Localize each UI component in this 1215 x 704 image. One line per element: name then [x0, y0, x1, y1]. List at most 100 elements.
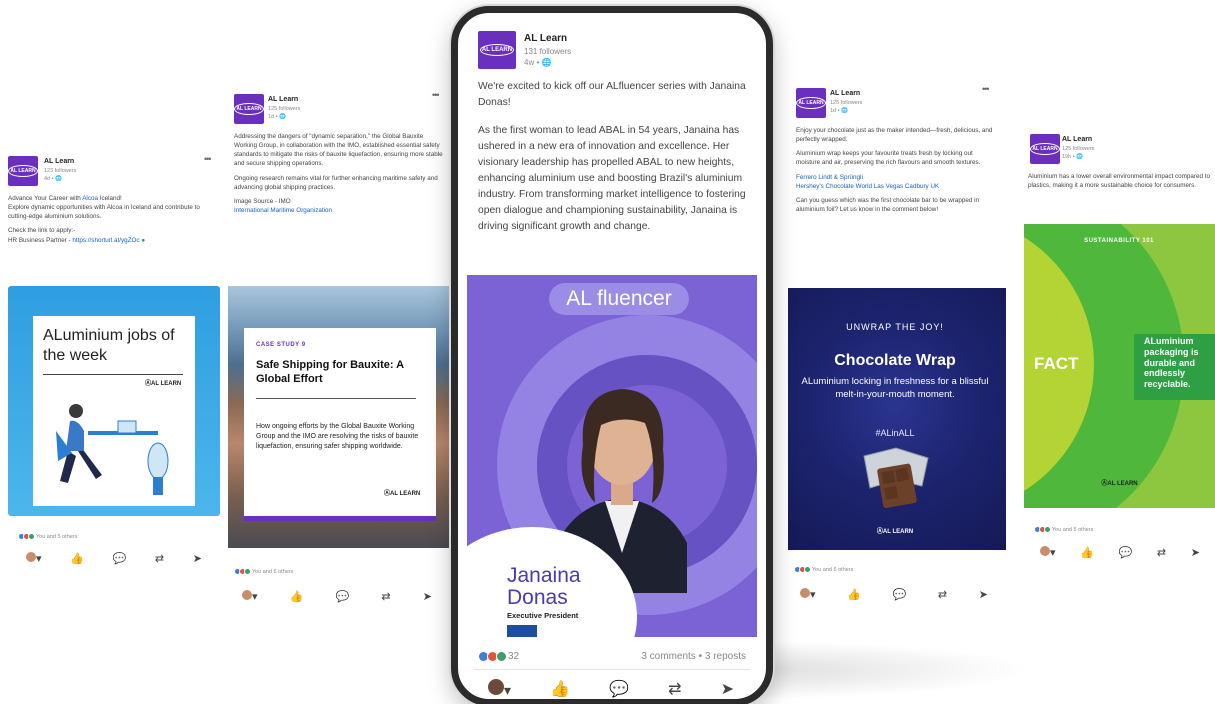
sustainability-image[interactable]: SUSTAINABILITY 101 FACT ALuminium packag… — [1024, 224, 1215, 508]
post-actions: ▾ 👍 💬 ⇄ ➤ — [800, 588, 988, 601]
like-icon[interactable]: 👍 — [1080, 546, 1094, 559]
jobs-image[interactable]: ALuminium jobs of the week ⒶAL LEARN — [8, 286, 220, 516]
more-icon[interactable]: ••• — [432, 90, 440, 100]
send-icon[interactable]: ➤ — [721, 679, 734, 699]
post-text: Enjoy your chocolate just as the maker i… — [796, 127, 993, 213]
company-logo[interactable]: AL LEARN — [1030, 134, 1060, 164]
post-time: 1d • 🌐 — [830, 108, 848, 114]
case-study-label: CASE STUDY 9 — [256, 342, 306, 348]
imo-link[interactable]: International Maritime Organization — [234, 207, 332, 214]
alfluencer-banner: AL fluencer — [549, 283, 689, 315]
brand-tags-line1[interactable]: Ferrero Lindt & Sprüngli — [796, 174, 863, 181]
comment-icon[interactable]: 💬 — [609, 679, 629, 699]
repost-icon[interactable]: ⇄ — [668, 679, 681, 699]
post-text: We're excited to kick off our ALfluencer… — [478, 81, 746, 232]
fact-label: FACT — [1034, 354, 1079, 373]
phone-screen: AL LEARN AL Learn 131 followers 4w • 🌐 W… — [458, 13, 766, 699]
jobs-card-title: ALuminium jobs of the week — [43, 327, 175, 364]
al-learn-logo: ⒶAL LEARN — [384, 491, 421, 497]
company-name[interactable]: AL Learn — [1062, 136, 1092, 143]
phone-frame: AL LEARN AL Learn 131 followers 4w • 🌐 W… — [451, 6, 773, 704]
case-study-title: Safe Shipping for Bauxite: A Global Effo… — [256, 359, 404, 386]
bauxite-image[interactable]: CASE STUDY 9 Safe Shipping for Bauxite: … — [228, 286, 450, 548]
company-name[interactable]: AL Learn — [830, 90, 860, 97]
apply-link[interactable]: https://shorturl.at/ygZOc — [72, 237, 139, 244]
post-card-bauxite: AL LEARN AL Learn 125 followers 1d • 🌐 •… — [228, 88, 450, 616]
company-logo[interactable]: AL LEARN — [8, 156, 38, 186]
follower-count: 125 followers — [1062, 146, 1095, 152]
al-learn-logo: ⒶAL LEARN — [876, 529, 914, 535]
chocolate-body: ALuminium locking in freshness for a bli… — [801, 376, 989, 400]
repost-icon[interactable]: ⇄ — [938, 588, 947, 601]
chocolate-kicker: UNWRAP THE JOY! — [846, 322, 944, 332]
reaction-summary[interactable]: You and 6 others — [234, 568, 293, 575]
company-name[interactable]: AL Learn — [44, 158, 74, 165]
post-time: 19h • 🌐 — [1062, 154, 1084, 160]
avatar-reaction-icon[interactable]: ▾ — [800, 588, 816, 601]
al-learn-logo: ⒶAL LEARN — [1101, 481, 1138, 487]
chocolate-foil-illustration — [863, 447, 929, 508]
like-icon[interactable]: 👍 — [70, 552, 84, 565]
send-icon[interactable]: ➤ — [423, 590, 432, 603]
avatar-reaction-icon[interactable]: ▾ — [242, 590, 258, 603]
sustainability-kicker: SUSTAINABILITY 101 — [1084, 238, 1154, 244]
post-time: 4d • 🌐 — [44, 176, 62, 182]
chocolate-hashtag: #ALinALL — [875, 428, 915, 438]
post-card-jobs: AL LEARN AL Learn 123 followers 4d • 🌐 •… — [4, 150, 222, 580]
reaction-summary[interactable]: 32 — [478, 651, 519, 662]
company-logo[interactable]: AL LEARN — [478, 31, 516, 69]
post-actions: ▾ 👍 💬 ⇄ ➤ — [1040, 546, 1200, 559]
post-card-sustainability: AL LEARN AL Learn 125 followers 19h • 🌐 … — [1022, 128, 1215, 578]
brand-tags-line2[interactable]: Hershey's Chocolate World Las Vegas Cadb… — [796, 183, 939, 190]
alcoa-link[interactable]: Alcoa — [82, 195, 98, 202]
more-icon[interactable]: ••• — [982, 84, 990, 94]
comment-icon[interactable]: 💬 — [1119, 546, 1133, 559]
al-learn-logo: ⒶAL LEARN — [145, 381, 182, 387]
fact-text: ALuminium packaging is durable and endle… — [1144, 336, 1199, 390]
post-actions: ▾ 👍 💬 ⇄ ➤ — [26, 552, 202, 565]
post-actions: ▾ 👍 💬 ⇄ ➤ — [242, 590, 432, 603]
person-at-desk-illustration — [56, 404, 169, 495]
more-icon[interactable]: ••• — [204, 154, 212, 164]
company-logo[interactable]: AL LEARN — [796, 88, 826, 118]
avatar-reaction-icon[interactable]: ▾ — [26, 552, 42, 565]
engagement-stats[interactable]: 3 comments • 3 reposts — [641, 651, 746, 662]
comment-icon[interactable]: 💬 — [893, 588, 907, 601]
like-icon[interactable]: 👍 — [550, 679, 570, 699]
follower-count: 125 followers — [830, 100, 863, 106]
comment-icon[interactable]: 💬 — [113, 552, 127, 565]
follower-count: 125 followers — [268, 106, 301, 112]
avatar-reaction-icon[interactable]: ▾ — [1040, 546, 1056, 559]
post-text: Addressing the dangers of "dynamic separ… — [234, 133, 443, 214]
post-time: 4w • 🌐 — [524, 58, 552, 67]
reaction-summary[interactable]: You and 6 others — [794, 566, 853, 573]
post-card-chocolate: AL LEARN AL Learn 125 followers 1d • 🌐 •… — [788, 82, 1006, 614]
post-text: Aluminium has a lower overall environmen… — [1028, 173, 1210, 190]
company-logo[interactable]: AL LEARN — [234, 94, 264, 124]
case-study-body: How ongoing efforts by the Global Bauxit… — [256, 423, 419, 451]
person-role: Executive President — [507, 611, 579, 620]
person-name: Janaina Donas — [507, 564, 581, 610]
repost-icon[interactable]: ⇄ — [381, 590, 390, 603]
repost-icon[interactable]: ⇄ — [155, 552, 164, 565]
avatar-reaction-icon[interactable]: ▾ — [488, 679, 511, 699]
post-time: 1d • 🌐 — [268, 114, 286, 120]
reaction-summary[interactable]: You and 5 others — [18, 533, 77, 540]
send-icon[interactable]: ➤ — [193, 552, 202, 565]
send-icon[interactable]: ➤ — [1191, 546, 1200, 559]
post-actions: ▾ 👍 💬 ⇄ ➤ — [488, 679, 734, 699]
comment-icon[interactable]: 💬 — [336, 590, 350, 603]
post-text: Advance Your Career with Alcoa Iceland! E… — [8, 195, 200, 244]
like-icon[interactable]: 👍 — [847, 588, 861, 601]
send-icon[interactable]: ➤ — [979, 588, 988, 601]
alfluencer-image[interactable]: AL fluencer Janaina Donas Executive Pres… — [467, 275, 757, 637]
follower-count: 131 followers — [524, 47, 572, 56]
company-name[interactable]: AL Learn — [268, 96, 298, 103]
chocolate-title: Chocolate Wrap — [834, 352, 956, 369]
company-name[interactable]: AL Learn — [524, 33, 567, 44]
follower-count: 123 followers — [44, 168, 77, 174]
chocolate-image[interactable]: UNWRAP THE JOY! Chocolate Wrap ALuminium… — [788, 288, 1006, 550]
repost-icon[interactable]: ⇄ — [1157, 546, 1166, 559]
reaction-summary[interactable]: You and 5 others — [1034, 526, 1093, 533]
like-icon[interactable]: 👍 — [290, 590, 304, 603]
